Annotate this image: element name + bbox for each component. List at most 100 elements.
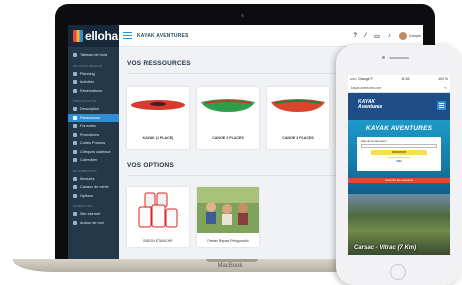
resource-label: KAYAK (1 PLACE) <box>142 136 174 140</box>
logo[interactable]: elloha <box>68 25 119 47</box>
sidebar-item-ressources[interactable]: Ressources <box>68 113 119 122</box>
option-card[interactable]: BIDON ETANCHE <box>127 187 189 247</box>
option-label: BIDON ETANCHE <box>143 239 173 243</box>
sidebar-item-canaux-de-vente[interactable]: Canaux de vente <box>68 183 119 192</box>
sidebar-item-options[interactable]: Options <box>68 192 119 201</box>
sidebar-item-planning[interactable]: Planning <box>68 70 119 79</box>
gift-icon <box>73 149 77 154</box>
sidebar-item-label: Formules <box>80 124 96 129</box>
logo-text: elloha <box>85 29 118 43</box>
laptop-brand-label: MacBook <box>217 263 243 269</box>
info-strip[interactable]: Toute l'info des ressources <box>348 178 450 183</box>
card-logos: VISA <box>396 160 402 163</box>
laptop-notch <box>206 259 258 262</box>
booking-hero: KAYAK AVENTURES Date de la réservation R… <box>348 120 450 194</box>
sidebar-item-dashboard[interactable]: Tableau de bord <box>68 51 119 60</box>
reload-icon[interactable]: ↻ <box>444 86 447 90</box>
site-logo-subtitle: CANOE KAYAK <box>363 106 381 109</box>
home-button[interactable] <box>390 264 406 280</box>
picnic-photo-image <box>197 187 259 233</box>
waterproof-barrel-image <box>138 192 178 228</box>
sidebar-section-title: MON ACTIVITE <box>73 99 97 103</box>
sidebar-item-calendrier[interactable]: Calendrier <box>68 156 119 165</box>
sidebar-item-label: Site internet <box>80 212 101 217</box>
grid-icon <box>73 176 77 181</box>
hamburger-menu-icon[interactable] <box>123 32 132 39</box>
sidebar-item-label: Autour de moi <box>80 220 104 225</box>
resource-card[interactable]: KAYAK (1 PLACE) <box>127 87 189 149</box>
option-card[interactable]: Panier Repas Périgourdin <box>197 187 259 247</box>
url-text: kayak-aventures.com <box>351 85 382 90</box>
product-mockup: elloha Tableau de bord ACTIVITE REGION P… <box>0 0 462 285</box>
pin-icon <box>73 220 77 225</box>
booking-icon <box>73 88 77 93</box>
phone: ••••○ Orange F 11:52 100 % kayak-aventur… <box>336 45 462 285</box>
hamburger-menu-icon[interactable] <box>437 101 446 110</box>
boat-icon <box>73 115 77 120</box>
date-input[interactable] <box>361 144 437 148</box>
date-label: Date de la réservation <box>361 140 387 143</box>
avatar[interactable] <box>398 32 407 40</box>
topbar-actions: ? ⁄ ▭ ♪ Compte <box>353 25 421 47</box>
user-menu[interactable]: Compte <box>409 34 421 38</box>
sidebar-item-label: Chèques cadeaux <box>80 149 111 154</box>
sidebar-item-label: Codes Promos <box>80 141 106 146</box>
sidebar-item-formules[interactable]: Formules <box>68 122 119 131</box>
battery-text: 100 % <box>438 77 448 81</box>
sidebar-item-reservations[interactable]: Réservations <box>68 87 119 96</box>
photo-caption: Carsac - Vitrac (7 Km) <box>354 245 417 251</box>
status-bar: ••••○ Orange F 11:52 100 % <box>348 75 450 83</box>
bell-icon[interactable]: ♪ <box>388 33 391 39</box>
sidebar-item-label: Calendrier <box>80 158 98 163</box>
resource-card[interactable]: CANOE 2 PLACES <box>197 87 259 149</box>
sidebar-item-site-internet[interactable]: Site internet <box>68 210 119 219</box>
landscape-photo: Carsac - Vitrac (7 Km) <box>348 194 450 255</box>
sidebar: elloha Tableau de bord ACTIVITE REGION P… <box>68 25 119 261</box>
sidebar-item-label: Réservations <box>80 88 103 93</box>
sidebar-item-promotions[interactable]: Promotions <box>68 131 119 140</box>
booking-widget: Date de la réservation RESERVER Paiement… <box>357 137 441 171</box>
ticket-icon <box>73 141 77 146</box>
sidebar-section-title: ACTIVITE REGION <box>73 63 103 68</box>
help-icon[interactable]: ? <box>353 33 357 39</box>
sidebar-item-modules[interactable]: Modules <box>68 175 119 184</box>
company-name: KAYAK AVENTURES <box>137 32 189 39</box>
sidebar-item-label: Promotions <box>80 132 100 137</box>
option-label: Panier Repas Périgourdin <box>207 239 249 243</box>
phone-camera <box>382 56 385 59</box>
sidebar-section-title: DISTRIBUTION <box>73 168 97 173</box>
sidebar-item-cheques-cadeaux[interactable]: Chèques cadeaux <box>68 148 119 157</box>
book-button[interactable]: RESERVER <box>371 150 427 155</box>
sidebar-item-label: Options <box>80 193 94 198</box>
magic-wand-icon[interactable]: ⁄ <box>365 33 366 39</box>
sidebar-item-label: Canaux de vente <box>80 185 109 190</box>
resource-label: CANOE 3 PLACES <box>282 136 314 140</box>
list-icon <box>73 80 77 85</box>
phone-screen: ••••○ Orange F 11:52 100 % kayak-aventur… <box>348 75 450 255</box>
clock-text: 11:52 <box>401 77 410 81</box>
canoe-image <box>197 87 259 123</box>
sidebar-item-codes-promos[interactable]: Codes Promos <box>68 139 119 148</box>
tag-icon <box>73 124 77 129</box>
url-bar[interactable]: kayak-aventures.com ↻ <box>348 83 450 93</box>
logo-mark-icon <box>73 30 83 42</box>
hero-title: KAYAK AVENTURES <box>365 125 433 132</box>
sidebar-item-autour-de-moi[interactable]: Autour de moi <box>68 219 119 228</box>
percent-icon <box>73 132 77 137</box>
calendar-icon <box>73 71 77 76</box>
sidebar-item-label: Description <box>80 107 99 112</box>
sidebar-item-description[interactable]: Description <box>68 105 119 114</box>
sidebar-item-label: Planning <box>80 71 95 76</box>
monitor-icon[interactable]: ▭ <box>374 33 380 40</box>
laptop-camera <box>241 14 244 17</box>
resource-card[interactable]: CANOE 3 PLACES <box>267 87 329 149</box>
sidebar-item-activites[interactable]: Activités <box>68 78 119 87</box>
secure-payment-text: Paiement 100% sécurisé <box>387 157 411 159</box>
resource-label: CANOE 2 PLACES <box>212 136 244 140</box>
canoe-image <box>267 87 329 123</box>
settings-icon <box>73 193 77 198</box>
monitor-icon <box>73 212 77 217</box>
sidebar-item-label: Tableau de bord <box>80 53 108 58</box>
carrier-text: ••••○ Orange F <box>350 77 373 81</box>
sidebar-section-title: MARKETING <box>73 204 93 208</box>
